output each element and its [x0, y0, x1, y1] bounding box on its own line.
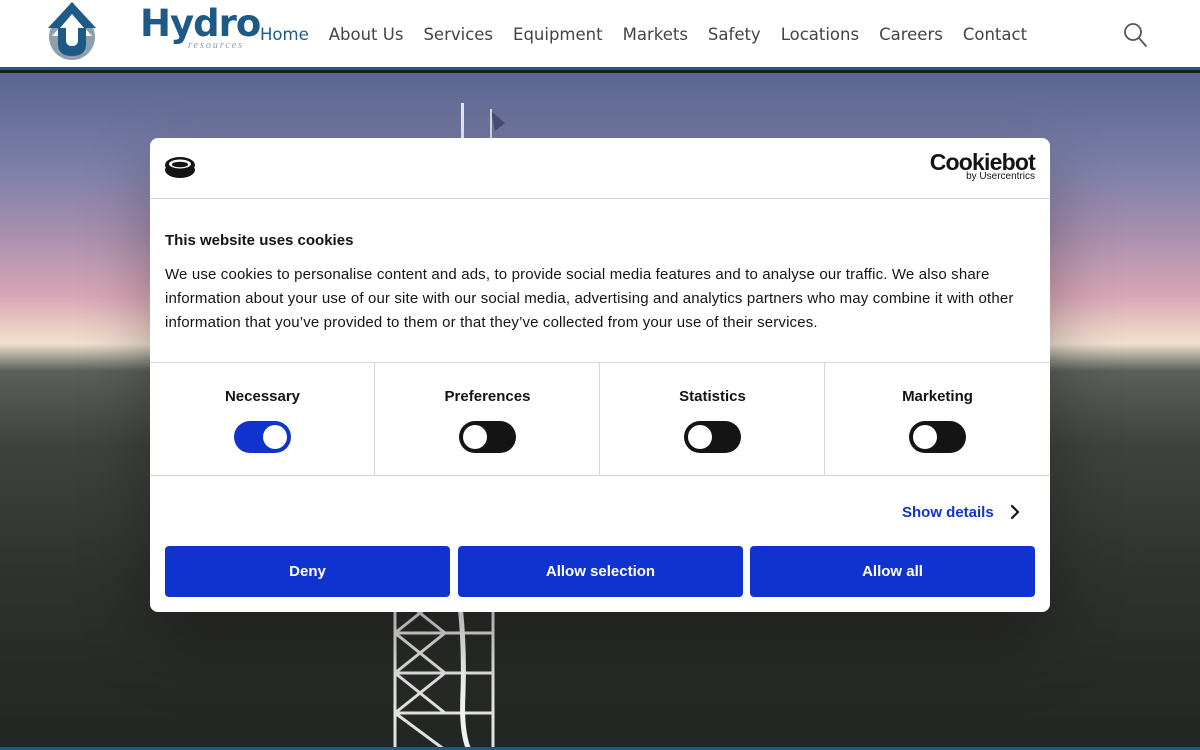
toggle-knob: [263, 425, 287, 449]
hydro-logo[interactable]: Hydro resources: [42, 0, 261, 62]
dialog-title: This website uses cookies: [165, 232, 354, 249]
cookie-icon: [165, 157, 195, 178]
category-preferences: Preferences: [375, 363, 600, 475]
nav-item-contact[interactable]: Contact: [953, 22, 1037, 48]
nav-item-markets[interactable]: Markets: [613, 22, 698, 48]
cookie-consent-dialog: Cookiebot by Usercentrics This website u…: [150, 138, 1050, 612]
nav-item-services[interactable]: Services: [413, 22, 503, 48]
site-header: Hydro resources Home About Us Services E…: [0, 0, 1200, 70]
nav-item-home[interactable]: Home: [250, 22, 319, 48]
category-label: Preferences: [444, 388, 531, 405]
statistics-toggle[interactable]: [684, 421, 741, 453]
toggle-knob: [913, 425, 937, 449]
logo-tagline: resources: [188, 40, 245, 51]
main-nav: Home About Us Services Equipment Markets…: [250, 22, 1037, 48]
category-label: Marketing: [902, 388, 973, 405]
dialog-description: We use cookies to personalise content an…: [165, 266, 1014, 331]
preferences-toggle[interactable]: [459, 421, 516, 453]
consent-categories: Necessary Preferences Statistics Marketi…: [150, 362, 1050, 476]
nav-item-about-us[interactable]: About Us: [319, 22, 414, 48]
dialog-header: Cookiebot by Usercentrics: [150, 138, 1050, 199]
cookiebot-brand[interactable]: Cookiebot by Usercentrics: [930, 150, 1036, 182]
necessary-toggle[interactable]: [234, 421, 291, 453]
category-label: Statistics: [679, 388, 746, 405]
dialog-body: This website uses cookies We use cookies…: [165, 232, 1035, 335]
allow-all-button[interactable]: Allow all: [750, 546, 1035, 597]
flag-pole-image: [461, 103, 505, 143]
search-icon[interactable]: [1120, 20, 1150, 50]
logo-wordmark: Hydro: [140, 2, 261, 45]
category-necessary: Necessary: [150, 363, 375, 475]
show-details-link[interactable]: Show details: [902, 500, 1032, 524]
marketing-toggle[interactable]: [909, 421, 966, 453]
nav-item-careers[interactable]: Careers: [869, 22, 953, 48]
category-label: Necessary: [224, 388, 301, 405]
nav-item-locations[interactable]: Locations: [771, 22, 869, 48]
deny-button[interactable]: Deny: [165, 546, 450, 597]
chevron-right-icon: [1010, 504, 1019, 520]
logo-mark-icon: [48, 2, 96, 60]
category-marketing: Marketing: [825, 363, 1050, 475]
toggle-knob: [688, 425, 712, 449]
nav-item-equipment[interactable]: Equipment: [503, 22, 613, 48]
show-details-label: Show details: [902, 503, 994, 521]
category-statistics: Statistics: [600, 363, 825, 475]
nav-item-safety[interactable]: Safety: [698, 22, 771, 48]
toggle-knob: [463, 425, 487, 449]
allow-selection-button[interactable]: Allow selection: [458, 546, 743, 597]
